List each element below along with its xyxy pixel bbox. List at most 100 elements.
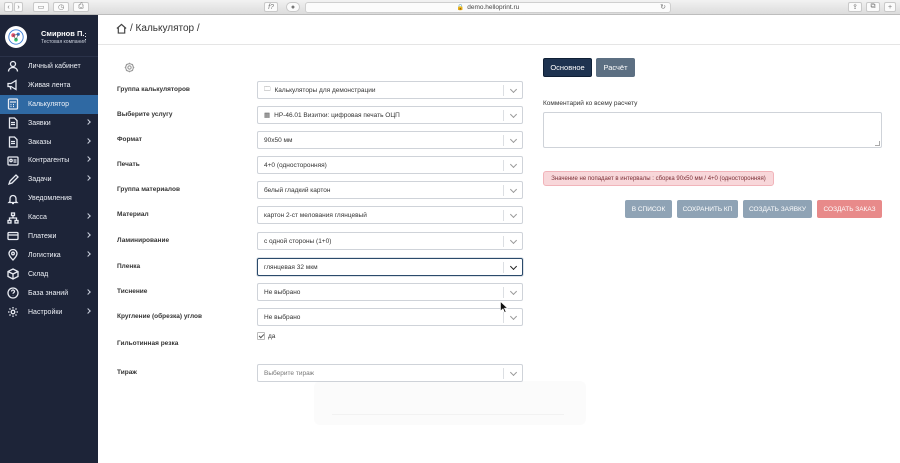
sidebar-item-payments[interactable]: Платежи: [0, 227, 98, 246]
form-row-film: Пленка глянцевая 32 мкм: [117, 258, 524, 276]
sidebar-item-notifications[interactable]: Уведомления: [0, 189, 98, 208]
sidebar-item-requests[interactable]: Заявки: [0, 114, 98, 133]
sidebar-item-live-feed[interactable]: Живая лента: [0, 76, 98, 95]
field-label: Группа материалов: [117, 186, 180, 193]
corner-rounding-select[interactable]: Не выбрано: [257, 308, 523, 326]
form-row-material: Материал картон 2-ст мелования глянцевый: [117, 206, 524, 224]
select-value: 4+0 (односторонняя): [264, 161, 327, 169]
tirage-select[interactable]: Выберите тираж: [257, 364, 523, 382]
sidebar-item-label: Склад: [28, 270, 49, 278]
checkmark-icon[interactable]: [257, 332, 265, 340]
profile-name[interactable]: Смирнов П.: [41, 29, 84, 38]
field-label: Материал: [117, 211, 149, 218]
calculator-group-select[interactable]: 🗀 Калькуляторы для демонстрации: [257, 81, 523, 99]
address-bar[interactable]: 🔒 demo.helloprint.ru ↻: [305, 2, 671, 13]
home-icon[interactable]: [116, 23, 127, 34]
select-value: картон 2-ст мелования глянцевый: [264, 211, 367, 219]
sidebar-item-label: Платежи: [28, 232, 57, 240]
chevron-down-icon: [509, 287, 518, 296]
extension-icon[interactable]: ●: [286, 2, 300, 12]
form-row-format: Формат 90x50 мм: [117, 131, 524, 149]
sidebar-item-knowledge-base[interactable]: База знаний: [0, 284, 98, 303]
gear-icon[interactable]: [124, 62, 135, 73]
user-icon: [7, 60, 19, 72]
sidebar-toggle-icon[interactable]: ▭: [33, 2, 49, 12]
sidebar-item-label: Заявки: [28, 119, 51, 127]
field-label: Ламинирование: [117, 237, 170, 244]
select-placeholder: Выберите тираж: [264, 369, 315, 377]
calculator-small-icon: ▦: [264, 112, 271, 119]
sidebar-item-warehouse[interactable]: Склад: [0, 265, 98, 284]
material-select[interactable]: картон 2-ст мелования глянцевый: [257, 206, 523, 224]
tabs-overview-icon[interactable]: ⧉: [866, 2, 880, 12]
select-value: Калькуляторы для демонстрации: [274, 86, 376, 94]
sidebar-item-label: Настройки: [28, 308, 63, 316]
bell-icon: [7, 193, 19, 205]
field-label: Формат: [117, 136, 142, 143]
reload-icon[interactable]: ↻: [660, 3, 666, 11]
sidebar-item-cashbox[interactable]: Касса: [0, 208, 98, 227]
sidebar-item-label: Контрагенты: [28, 157, 70, 165]
sidebar-item-calculator[interactable]: Калькулятор: [0, 94, 98, 114]
document-icon: [7, 136, 19, 148]
field-label: Выберите услугу: [117, 111, 173, 118]
chevron-down-icon: [509, 110, 518, 119]
form-row-service: Выберите услугу ▦ HP-46.01 Визитки: цифр…: [117, 106, 524, 124]
breadcrumb-text[interactable]: / Калькулятор /: [130, 23, 200, 34]
sidebar-item-counterparties[interactable]: Контрагенты: [0, 151, 98, 170]
forward-icon[interactable]: ›: [14, 2, 23, 12]
field-label: Тиснение: [117, 288, 148, 295]
breadcrumb: / Калькулятор /: [116, 23, 200, 34]
checkbox-label: да: [268, 332, 276, 340]
profile-block: Смирнов П. Тестовая компания · · ·: [0, 15, 98, 57]
select-value: глянцевая 32 мкм: [264, 263, 318, 271]
sidebar-nav: Личный кабинет Живая лента Калькулятор З…: [0, 57, 98, 321]
tab-main[interactable]: Основное: [543, 58, 592, 77]
field-label: Группа калькуляторов: [117, 86, 190, 93]
form-row-embossing: Тиснение Не выбрано: [117, 283, 524, 301]
comment-textarea[interactable]: [543, 112, 882, 148]
chevron-down-icon: [509, 236, 518, 245]
sidebar-item-settings[interactable]: Настройки: [0, 303, 98, 322]
service-select[interactable]: ▦ HP-46.01 Визитки: цифровая печать ОЦП: [257, 106, 523, 124]
folder-icon: 🗀: [264, 85, 271, 93]
print-icon[interactable]: ⎙: [73, 2, 89, 12]
create-order-button[interactable]: СОЗДАТЬ ЗАКАЗ: [817, 200, 882, 218]
guillotine-checkbox[interactable]: да: [257, 332, 275, 340]
create-request-button[interactable]: СОЗДАТЬ ЗАЯВКУ: [743, 200, 812, 218]
tab-calculation[interactable]: Расчёт: [596, 58, 635, 77]
form-row-calculator-group: Группа калькуляторов 🗀 Калькуляторы для …: [117, 81, 524, 99]
form-row-material-group: Группа материалов белый гладкий картон: [117, 181, 524, 199]
sidebar-item-logistics[interactable]: Логистика: [0, 246, 98, 265]
share-icon[interactable]: ⇪: [848, 2, 862, 12]
print-select[interactable]: 4+0 (односторонняя): [257, 156, 523, 174]
lamination-select[interactable]: с одной стороны (1+0): [257, 232, 523, 250]
format-select[interactable]: 90x50 мм: [257, 131, 523, 149]
new-tab-icon[interactable]: +: [884, 2, 896, 12]
chevron-down-icon: [509, 210, 518, 219]
save-kp-button[interactable]: СОХРАНИТЬ КП: [677, 200, 738, 218]
embossing-select[interactable]: Не выбрано: [257, 283, 523, 301]
sidebar-item-label: База знаний: [28, 289, 69, 297]
history-icon[interactable]: ◷: [53, 2, 69, 12]
sidebar-item-label: Логистика: [28, 251, 61, 259]
sidebar-item-label: Живая лента: [28, 81, 71, 89]
to-list-button[interactable]: В СПИСОК: [625, 200, 672, 218]
sitemap-icon: [7, 211, 19, 224]
sidebar-item-orders[interactable]: Заказы: [0, 133, 98, 152]
form-row-tirage: Тираж Выберите тираж: [117, 364, 524, 382]
kebab-menu-icon[interactable]: · · ·: [84, 29, 88, 44]
field-label: Тираж: [117, 369, 137, 376]
material-group-select[interactable]: белый гладкий картон: [257, 181, 523, 199]
avatar[interactable]: [5, 26, 27, 48]
chevron-down-icon: [509, 135, 518, 144]
tab-favicon-icon[interactable]: f?: [264, 2, 278, 12]
sidebar-item-tasks[interactable]: Задачи: [0, 170, 98, 189]
url-text: demo.helloprint.ru: [467, 4, 520, 11]
chevron-right-icon: [85, 213, 91, 219]
form-row-corner-rounding: Кругление (обрезка) углов Не выбрано: [117, 308, 524, 326]
back-icon[interactable]: ‹: [4, 2, 13, 12]
film-select[interactable]: глянцевая 32 мкм: [257, 258, 523, 276]
form-row-guillotine: Гильотинная резка да: [117, 332, 524, 350]
sidebar-item-personal-account[interactable]: Личный кабинет: [0, 57, 98, 76]
